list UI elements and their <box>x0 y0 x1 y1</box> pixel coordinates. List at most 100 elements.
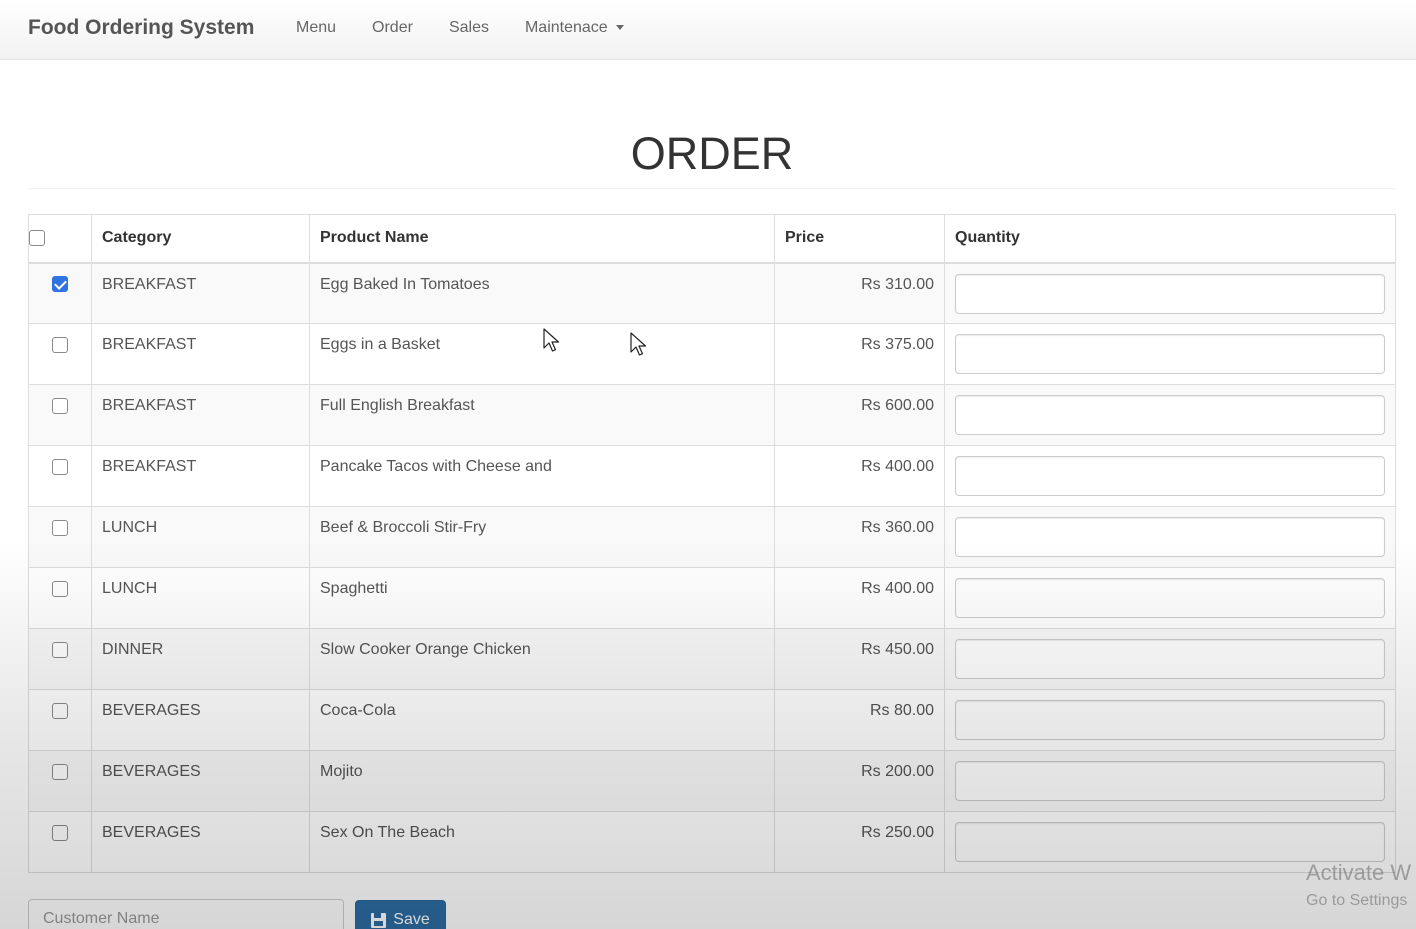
row-category: BREAKFAST <box>91 445 310 507</box>
select-all-checkbox[interactable] <box>29 230 45 247</box>
row-select-cell <box>28 445 92 507</box>
table-row: LUNCH Beef & Broccoli Stir-Fry Rs 360.00 <box>28 506 1396 568</box>
row-category: BREAKFAST <box>91 323 310 385</box>
row-price: Rs 375.00 <box>774 323 945 385</box>
row-quantity-cell <box>944 750 1396 812</box>
title-divider <box>28 188 1396 189</box>
row-select-cell <box>28 262 92 324</box>
table-row: BEVERAGES Coca-Cola Rs 80.00 <box>28 689 1396 751</box>
row-price: Rs 80.00 <box>774 689 945 751</box>
row-checkbox[interactable] <box>52 458 68 475</box>
row-price: Rs 450.00 <box>774 628 945 690</box>
header-quantity: Quantity <box>944 214 1396 264</box>
row-product-name: Beef & Broccoli Stir-Fry <box>309 506 775 568</box>
row-quantity-cell <box>944 689 1396 751</box>
row-checkbox[interactable] <box>52 519 68 536</box>
activation-watermark: Activate W Go to Settings <box>1306 860 1411 910</box>
row-select-cell <box>28 506 92 568</box>
header-price: Price <box>774 214 945 264</box>
row-quantity-cell <box>944 262 1396 324</box>
table-row: BREAKFAST Full English Breakfast Rs 600.… <box>28 384 1396 446</box>
row-checkbox[interactable] <box>52 824 68 841</box>
row-checkbox[interactable] <box>52 336 68 353</box>
watermark-line-2: Go to Settings <box>1306 892 1408 909</box>
watermark-line-1: Activate W <box>1306 860 1412 885</box>
row-quantity-cell <box>944 567 1396 629</box>
row-category: LUNCH <box>91 567 310 629</box>
row-price: Rs 400.00 <box>774 567 945 629</box>
row-checkbox[interactable] <box>52 763 68 780</box>
row-category: BEVERAGES <box>91 811 310 873</box>
row-quantity-cell <box>944 506 1396 568</box>
row-quantity-cell <box>944 323 1396 385</box>
quantity-input[interactable] <box>955 456 1385 496</box>
quantity-input[interactable] <box>955 517 1385 557</box>
nav-item-sales[interactable]: Sales <box>449 19 489 37</box>
row-price: Rs 200.00 <box>774 750 945 812</box>
row-select-cell <box>28 628 92 690</box>
row-quantity-cell <box>944 384 1396 446</box>
row-checkbox[interactable] <box>52 580 68 597</box>
row-select-cell <box>28 323 92 385</box>
row-quantity-cell <box>944 445 1396 507</box>
nav-item-order[interactable]: Order <box>372 19 413 37</box>
nav-item-maintenance-label: Maintenace <box>524 19 608 36</box>
save-button[interactable]: Save <box>355 900 446 929</box>
row-category: DINNER <box>91 628 310 690</box>
row-select-cell <box>28 689 92 751</box>
save-button-label: Save <box>393 911 430 928</box>
mouse-pointer-icon <box>543 328 560 352</box>
floppy-disk-icon <box>371 912 387 928</box>
quantity-input[interactable] <box>955 761 1385 801</box>
header-product-name: Product Name <box>309 214 775 264</box>
row-category: BREAKFAST <box>91 384 310 446</box>
row-price: Rs 400.00 <box>774 445 945 507</box>
quantity-input[interactable] <box>955 700 1385 740</box>
row-checkbox[interactable] <box>52 702 68 719</box>
table-header-row: Category Product Name Price Quantity <box>28 214 1396 264</box>
row-product-name: Eggs in a Basket <box>309 323 775 385</box>
quantity-input[interactable] <box>955 334 1385 374</box>
quantity-input[interactable] <box>955 395 1385 435</box>
row-price: Rs 310.00 <box>774 262 945 324</box>
quantity-input[interactable] <box>955 273 1385 314</box>
row-checkbox[interactable] <box>52 276 68 293</box>
row-checkbox[interactable] <box>52 397 68 414</box>
table-row: BEVERAGES Mojito Rs 200.00 <box>28 750 1396 812</box>
row-price: Rs 360.00 <box>774 506 945 568</box>
row-price: Rs 600.00 <box>774 384 945 446</box>
row-select-cell <box>28 384 92 446</box>
mouse-pointer-icon <box>630 332 647 356</box>
nav-item-maintenance-dropdown[interactable]: Maintenace <box>525 19 624 37</box>
row-product-name: Full English Breakfast <box>309 384 775 446</box>
table-row: BREAKFAST Eggs in a Basket Rs 375.00 <box>28 323 1396 385</box>
navbar-brand[interactable]: Food Ordering System <box>28 16 254 40</box>
customer-name-input[interactable] <box>28 899 344 929</box>
page-title: ORDER <box>630 128 794 179</box>
row-select-cell <box>28 750 92 812</box>
table-row: LUNCH Spaghetti Rs 400.00 <box>28 567 1396 629</box>
quantity-input[interactable] <box>955 639 1385 679</box>
row-category: BREAKFAST <box>91 262 310 324</box>
row-checkbox[interactable] <box>52 641 68 658</box>
quantity-input[interactable] <box>955 822 1385 862</box>
row-select-cell <box>28 811 92 873</box>
row-product-name: Slow Cooker Orange Chicken <box>309 628 775 690</box>
row-category: BEVERAGES <box>91 689 310 751</box>
table-row: DINNER Slow Cooker Orange Chicken Rs 450… <box>28 628 1396 690</box>
order-table: Category Product Name Price Quantity BRE… <box>28 214 1396 873</box>
quantity-input[interactable] <box>955 578 1385 618</box>
row-product-name: Sex On The Beach <box>309 811 775 873</box>
nav-item-menu[interactable]: Menu <box>296 19 336 37</box>
caret-down-icon <box>615 25 624 31</box>
row-price: Rs 250.00 <box>774 811 945 873</box>
header-category: Category <box>91 214 310 264</box>
row-product-name: Pancake Tacos with Cheese and <box>309 445 775 507</box>
table-row: BREAKFAST Pancake Tacos with Cheese and … <box>28 445 1396 507</box>
row-product-name: Egg Baked In Tomatoes <box>309 262 775 324</box>
table-row: BREAKFAST Egg Baked In Tomatoes Rs 310.0… <box>28 262 1396 324</box>
header-select-cell <box>28 214 92 264</box>
row-category: BEVERAGES <box>91 750 310 812</box>
row-product-name: Mojito <box>309 750 775 812</box>
row-product-name: Coca-Cola <box>309 689 775 751</box>
